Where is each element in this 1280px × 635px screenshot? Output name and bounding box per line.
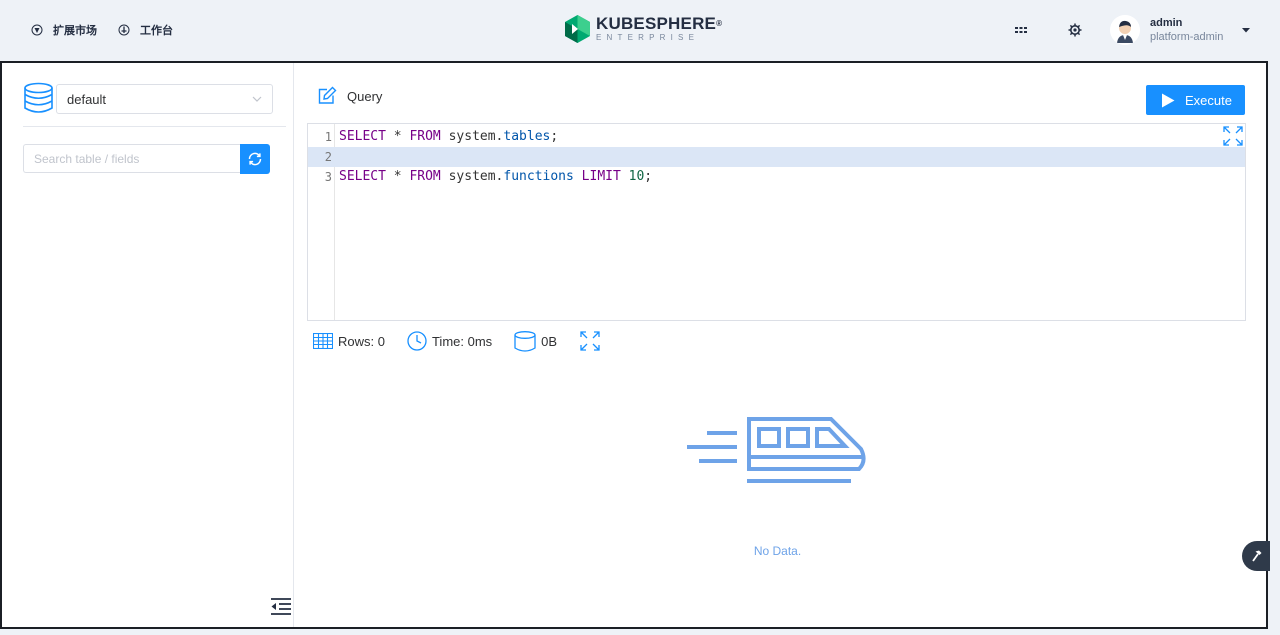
schema-sidebar: default <box>2 63 294 627</box>
hammer-icon <box>1252 550 1262 562</box>
clock-icon <box>407 331 427 351</box>
nav-marketplace[interactable]: 扩展市场 <box>31 22 97 38</box>
expand-editor-icon[interactable] <box>1222 125 1244 147</box>
no-data-message: No Data. <box>753 544 802 558</box>
editor-line[interactable]: 2 <box>308 147 1245 167</box>
editor-line[interactable]: 1 SELECT * FROM system.tables; <box>308 127 1245 147</box>
database-icon <box>24 82 53 113</box>
table-grid-icon <box>313 333 333 349</box>
chevron-down-icon <box>252 96 262 102</box>
user-name: admin <box>1150 16 1183 29</box>
rows-count: Rows: 0 <box>338 333 385 349</box>
editor-line[interactable]: 3 SELECT * FROM system.functions LIMIT 10… <box>308 167 1245 187</box>
top-navigation-bar: 扩展市场 工作台 KUBESPHERE® ENTERPRISE admin pl… <box>0 0 1280 60</box>
gear-icon[interactable] <box>1067 22 1083 38</box>
refresh-button[interactable] <box>240 144 270 174</box>
workbench-icon <box>118 24 130 36</box>
execute-button[interactable]: Execute <box>1146 85 1245 115</box>
user-avatar-icon <box>1110 15 1140 45</box>
collapse-sidebar-icon[interactable] <box>269 597 293 617</box>
avatar <box>1110 15 1140 45</box>
search-table-input[interactable] <box>23 144 241 173</box>
execute-button-label: Execute <box>1185 92 1232 108</box>
data-size: 0B <box>541 333 558 349</box>
expand-results-icon[interactable] <box>579 330 601 352</box>
sidebar-divider <box>23 126 286 127</box>
result-stats: Rows: 0 Time: 0ms 0B <box>313 330 601 352</box>
kubesphere-logo-icon <box>565 15 590 43</box>
code-text: SELECT * FROM system.tables; <box>339 129 559 144</box>
code-text: SELECT * FROM system.functions LIMIT 10; <box>339 169 653 184</box>
line-number: 1 <box>324 130 332 144</box>
query-tab-label: Query <box>347 89 383 104</box>
size-stat: 0B <box>514 330 558 352</box>
kubesphere-logo[interactable]: KUBESPHERE® ENTERPRISE <box>565 15 722 43</box>
user-menu[interactable]: admin platform-admin <box>1110 15 1251 45</box>
sql-console-panel: default Query Execute <box>0 61 1268 629</box>
apps-grid-icon[interactable] <box>1013 22 1029 38</box>
database-select-value: default <box>67 91 107 107</box>
elapsed-time: Time: 0ms <box>431 333 493 349</box>
nav-marketplace-label: 扩展市场 <box>53 24 97 37</box>
caret-down-icon[interactable] <box>1241 25 1251 35</box>
play-icon <box>1162 93 1175 107</box>
logo-subtitle: ENTERPRISE <box>596 33 700 42</box>
line-number: 2 <box>324 150 332 164</box>
database-select[interactable]: default <box>56 84 273 114</box>
empty-train-icon <box>687 417 866 483</box>
logo-registered: ® <box>716 19 723 28</box>
nav-workbench[interactable]: 工作台 <box>118 22 173 38</box>
user-role: platform-admin <box>1150 30 1224 43</box>
marketplace-icon <box>31 24 43 36</box>
line-number: 3 <box>324 170 332 184</box>
nav-workbench-label: 工作台 <box>140 24 173 37</box>
edit-query-icon <box>318 86 337 104</box>
time-stat: Time: 0ms <box>407 331 492 351</box>
data-size-icon <box>514 330 536 352</box>
query-area: Query Execute 1 SELECT * FROM system.tabl… <box>295 63 1266 627</box>
refresh-icon <box>248 152 262 166</box>
rows-stat: Rows: 0 <box>313 333 385 349</box>
sql-editor[interactable]: 1 SELECT * FROM system.tables; 2 3 SELECT * … <box>307 123 1246 321</box>
logo-title: KUBESPHERE <box>596 14 717 33</box>
floating-tool-button[interactable] <box>1242 541 1270 571</box>
